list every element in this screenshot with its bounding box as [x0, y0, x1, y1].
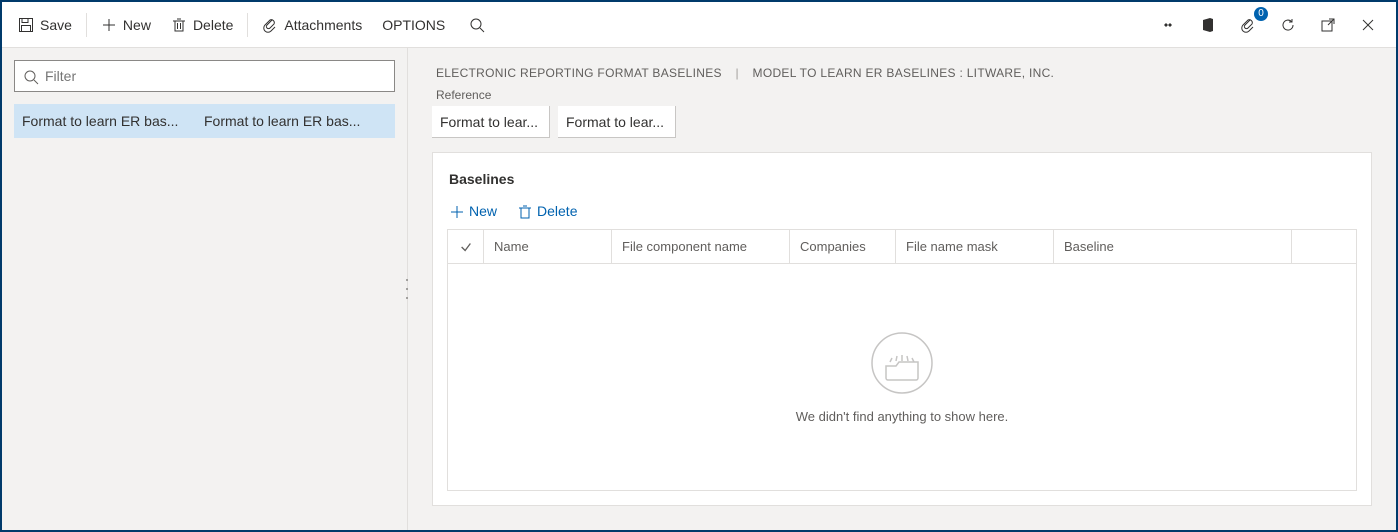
reference-cell-2[interactable]: Format to lear...	[558, 106, 676, 138]
baselines-delete-button[interactable]: Delete	[517, 203, 577, 219]
reference-row: Format to lear... Format to lear...	[408, 106, 1396, 152]
breadcrumb: ELECTRONIC REPORTING FORMAT BASELINES | …	[408, 48, 1396, 86]
popout-icon[interactable]	[1316, 13, 1340, 37]
plus-icon	[449, 204, 463, 218]
save-label: Save	[40, 17, 72, 33]
baselines-new-button[interactable]: New	[449, 203, 497, 219]
col-select[interactable]	[448, 230, 484, 263]
office-icon[interactable]	[1196, 13, 1220, 37]
separator	[247, 13, 248, 37]
right-panel: ELECTRONIC REPORTING FORMAT BASELINES | …	[408, 48, 1396, 530]
baselines-title: Baselines	[447, 167, 1357, 203]
empty-folder-icon	[870, 331, 934, 395]
baselines-delete-label: Delete	[537, 203, 577, 219]
baselines-new-label: New	[469, 203, 497, 219]
new-label: New	[123, 17, 151, 33]
save-icon	[18, 17, 34, 33]
left-panel: Format to learn ER bas... Format to lear…	[2, 48, 408, 530]
reference-label: Reference	[408, 86, 1396, 106]
grid-header: Name File component name Companies File …	[448, 230, 1356, 264]
main-area: Format to learn ER bas... Format to lear…	[2, 48, 1396, 530]
list-row-col2: Format to learn ER bas...	[204, 113, 387, 129]
search-icon	[469, 17, 485, 33]
options-button[interactable]: OPTIONS	[372, 2, 455, 48]
reference-cell-1[interactable]: Format to lear...	[432, 106, 550, 138]
action-bar: Save New Delete Attachments	[2, 2, 1396, 48]
attachments-badge: 0	[1254, 7, 1268, 21]
plus-icon	[101, 17, 117, 33]
baselines-card: Baselines New Delete	[432, 152, 1372, 506]
attachments-header-icon[interactable]: 0	[1236, 13, 1260, 37]
filter-search-icon	[23, 69, 37, 83]
refresh-icon[interactable]	[1276, 13, 1300, 37]
delete-button[interactable]: Delete	[161, 2, 243, 48]
breadcrumb-b: MODEL TO LEARN ER BASELINES : LITWARE, I…	[753, 66, 1055, 80]
delete-label: Delete	[193, 17, 233, 33]
connectivity-icon[interactable]	[1156, 13, 1180, 37]
col-mask[interactable]: File name mask	[896, 230, 1054, 263]
panel-splitter[interactable]	[403, 275, 411, 303]
col-companies[interactable]: Companies	[790, 230, 896, 263]
options-label: OPTIONS	[382, 17, 445, 33]
attachments-label: Attachments	[284, 17, 362, 33]
list-row-selected[interactable]: Format to learn ER bas... Format to lear…	[14, 104, 395, 138]
save-button[interactable]: Save	[8, 2, 82, 48]
col-baseline[interactable]: Baseline	[1054, 230, 1292, 263]
breadcrumb-a[interactable]: ELECTRONIC REPORTING FORMAT BASELINES	[436, 66, 722, 80]
close-icon[interactable]	[1356, 13, 1380, 37]
attachments-button[interactable]: Attachments	[252, 2, 372, 48]
trash-icon	[171, 17, 187, 33]
search-button[interactable]	[455, 2, 499, 48]
trash-icon	[517, 204, 531, 218]
empty-text: We didn't find anything to show here.	[796, 409, 1009, 424]
col-component[interactable]: File component name	[612, 230, 790, 263]
baselines-grid: Name File component name Companies File …	[447, 229, 1357, 491]
separator	[86, 13, 87, 37]
paperclip-icon	[262, 17, 278, 33]
grid-empty-state: We didn't find anything to show here.	[448, 264, 1356, 490]
filter-input[interactable]	[43, 67, 386, 85]
new-button[interactable]: New	[91, 2, 161, 48]
filter-box[interactable]	[14, 60, 395, 92]
col-name[interactable]: Name	[484, 230, 612, 263]
breadcrumb-sep: |	[735, 66, 738, 80]
list-row-col1: Format to learn ER bas...	[22, 113, 192, 129]
